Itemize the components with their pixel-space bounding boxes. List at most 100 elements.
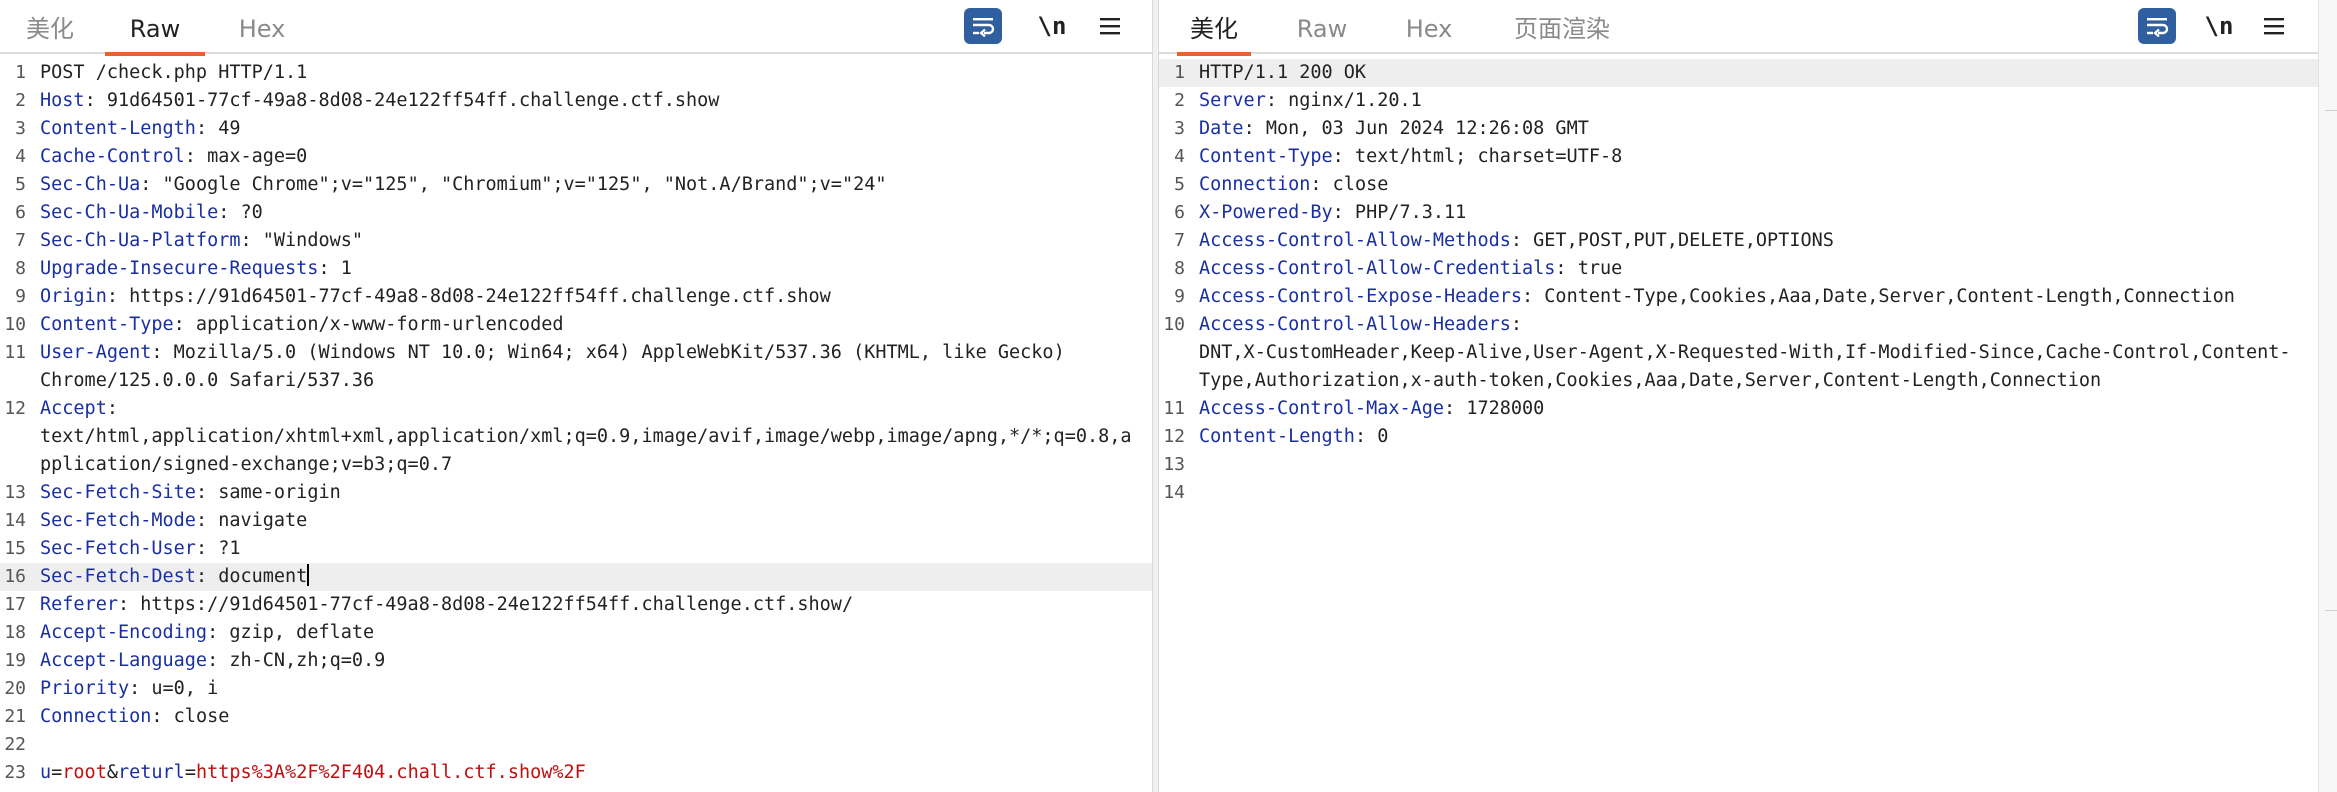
- line-number: 10: [4, 314, 26, 335]
- line-content: Content-Length: 0: [1199, 426, 1389, 447]
- pane-divider[interactable]: [1152, 0, 1159, 792]
- param-name: returl: [117, 762, 185, 783]
- line-content: Accept-Language: zh-CN,zh;q=0.9: [40, 650, 386, 671]
- header-value: PHP/7.3.11: [1343, 202, 1467, 223]
- line-number: 2: [15, 90, 26, 111]
- response-tab-hex[interactable]: Hex: [1399, 0, 1459, 54]
- code-line: 5 Sec-Ch-Ua: "Google Chrome";v="125", "Ch…: [0, 171, 1152, 199]
- line-content: Content-Type: text/html; charset=UTF-8: [1199, 146, 1623, 167]
- code-line: 5 Connection: close: [1159, 171, 2318, 199]
- line-content: Access-Control-Max-Age: 1728000: [1199, 398, 1545, 419]
- line-number: 19: [4, 650, 26, 671]
- line-content: Access-Control-Allow-Methods: GET,POST,P…: [1199, 230, 1834, 251]
- line-number: 8: [15, 258, 26, 279]
- hamburger-menu-icon: [2264, 18, 2284, 35]
- response-tab-raw[interactable]: Raw: [1292, 0, 1352, 54]
- request-editor[interactable]: 1 POST /check.php HTTP/1.1 2 Host: 91d64501…: [0, 56, 1152, 792]
- line-content: pplication/signed-exchange;v=b3;q=0.7: [40, 454, 453, 475]
- code-line: 1 POST /check.php HTTP/1.1: [0, 59, 1152, 87]
- line-number: 21: [4, 706, 26, 727]
- header-name: Sec-Fetch-Mode: [40, 510, 196, 531]
- response-tab-pretty[interactable]: 美化: [1177, 0, 1251, 56]
- header-value: Mozilla/5.0 (Windows NT 10.0; Win64; x64…: [162, 342, 1065, 363]
- request-menu-button[interactable]: [1092, 8, 1128, 44]
- line-number: 20: [4, 678, 26, 699]
- line-number: 7: [1174, 230, 1185, 251]
- request-tabbar: 美化 Raw Hex \n: [0, 0, 1152, 56]
- word-wrap-button[interactable]: [964, 8, 1002, 44]
- header-name: Accept: [40, 398, 107, 419]
- code-line: 14 Sec-Fetch-Mode: navigate: [0, 507, 1152, 535]
- param-value: https%3A%2F%2F404.chall.ctf.show%2F: [195, 762, 586, 783]
- header-value: zh-CN,zh;q=0.9: [218, 650, 386, 671]
- header-name: Access-Control-Allow-Headers: [1199, 314, 1511, 335]
- line-number: 3: [1174, 118, 1185, 139]
- code-line: 8 Upgrade-Insecure-Requests: 1: [0, 255, 1152, 283]
- line-content: User-Agent: Mozilla/5.0 (Windows NT 10.0…: [40, 342, 1065, 363]
- code-line: 10 Content-Type: application/x-www-form-u…: [0, 311, 1152, 339]
- side-scroll-strip[interactable]: [2318, 0, 2337, 792]
- line-content: Accept:: [40, 398, 118, 419]
- line-number: 9: [15, 286, 26, 307]
- line-number: 2: [1174, 90, 1185, 111]
- header-name: Content-Type: [1199, 146, 1333, 167]
- code-line: 7 Sec-Ch-Ua-Platform: "Windows": [0, 227, 1152, 255]
- line-content: Sec-Fetch-User: ?1: [40, 538, 241, 559]
- line-content: Priority: u=0, i: [40, 678, 219, 699]
- line-content: Chrome/125.0.0.0 Safari/537.36: [40, 370, 375, 391]
- line-number: 5: [1174, 174, 1185, 195]
- line-content: Sec-Ch-Ua: "Google Chrome";v="125", "Chr…: [40, 174, 887, 195]
- header-name: Accept-Language: [40, 650, 208, 671]
- code-line: 7 Access-Control-Allow-Methods: GET,POST,…: [1159, 227, 2318, 255]
- header-name: Referer: [40, 594, 118, 615]
- response-editor[interactable]: 1 HTTP/1.1 200 OK 2 Server: nginx/1.20.1 3 Da…: [1159, 56, 2318, 792]
- code-line: 4 Cache-Control: max-age=0: [0, 143, 1152, 171]
- code-line: 13: [1159, 451, 2318, 479]
- header-value: document: [207, 566, 308, 587]
- request-tab-hex[interactable]: Hex: [232, 0, 292, 54]
- header-name: Content-Length: [1199, 426, 1355, 447]
- line-content: Content-Type: application/x-www-form-url…: [40, 314, 564, 335]
- code-line: 10 Access-Control-Allow-Headers:: [1159, 311, 2318, 339]
- code-line: 9 Origin: https://91d64501-77cf-49a8-8d08…: [0, 283, 1152, 311]
- code-line: 20 Priority: u=0, i: [0, 675, 1152, 703]
- header-value: https://91d64501-77cf-49a8-8d08-24e122ff…: [117, 286, 831, 307]
- response-show-newlines-button[interactable]: \n: [2199, 8, 2239, 44]
- line-number: 13: [4, 482, 26, 503]
- line-content: Host: 91d64501-77cf-49a8-8d08-24e122ff54…: [40, 90, 720, 111]
- line-content: Cache-Control: max-age=0: [40, 146, 308, 167]
- line-content: Origin: https://91d64501-77cf-49a8-8d08-…: [40, 286, 831, 307]
- line-content: Content-Length: 49: [40, 118, 241, 139]
- header-name: Sec-Ch-Ua: [40, 174, 141, 195]
- line-number: 4: [15, 146, 26, 167]
- code-line: 22: [0, 731, 1152, 759]
- line-number: 5: [15, 174, 26, 195]
- line-content: X-Powered-By: PHP/7.3.11: [1199, 202, 1467, 223]
- header-name: Date: [1199, 118, 1244, 139]
- line-number: 11: [4, 342, 26, 363]
- line-number: 22: [4, 734, 26, 755]
- response-menu-button[interactable]: [2256, 8, 2292, 44]
- show-newlines-button[interactable]: \n: [1032, 8, 1072, 44]
- line-content: Sec-Fetch-Dest: document: [40, 564, 310, 587]
- line-number: 16: [4, 566, 26, 587]
- line-number: 14: [4, 510, 26, 531]
- line-content: u=root&returl=https%3A%2F%2F404.chall.ct…: [40, 762, 586, 783]
- request-pane: 美化 Raw Hex \n 1 POST /check.php HTTP/1.1 2…: [0, 0, 1152, 792]
- param-value: root: [62, 762, 107, 783]
- line-content: Upgrade-Insecure-Requests: 1: [40, 258, 352, 279]
- line-content: text/html,application/xhtml+xml,applicat…: [40, 426, 1132, 447]
- line-number: 15: [4, 538, 26, 559]
- code-line: 3 Content-Length: 49: [0, 115, 1152, 143]
- response-word-wrap-button[interactable]: [2138, 8, 2176, 44]
- request-tab-raw[interactable]: Raw: [105, 0, 205, 56]
- header-value: 49: [207, 118, 241, 139]
- request-tab-pretty[interactable]: 美化: [24, 0, 76, 54]
- response-tab-render[interactable]: 页面渲染: [1509, 0, 1615, 54]
- code-line: DNT,X-CustomHeader,Keep-Alive,User-Agent…: [1159, 339, 2318, 367]
- code-line: 4 Content-Type: text/html; charset=UTF-8: [1159, 143, 2318, 171]
- header-name: Content-Length: [40, 118, 196, 139]
- code-line: 6 Sec-Ch-Ua-Mobile: ?0: [0, 199, 1152, 227]
- header-value: "Windows": [251, 230, 364, 251]
- header-name: Access-Control-Allow-Methods: [1199, 230, 1511, 251]
